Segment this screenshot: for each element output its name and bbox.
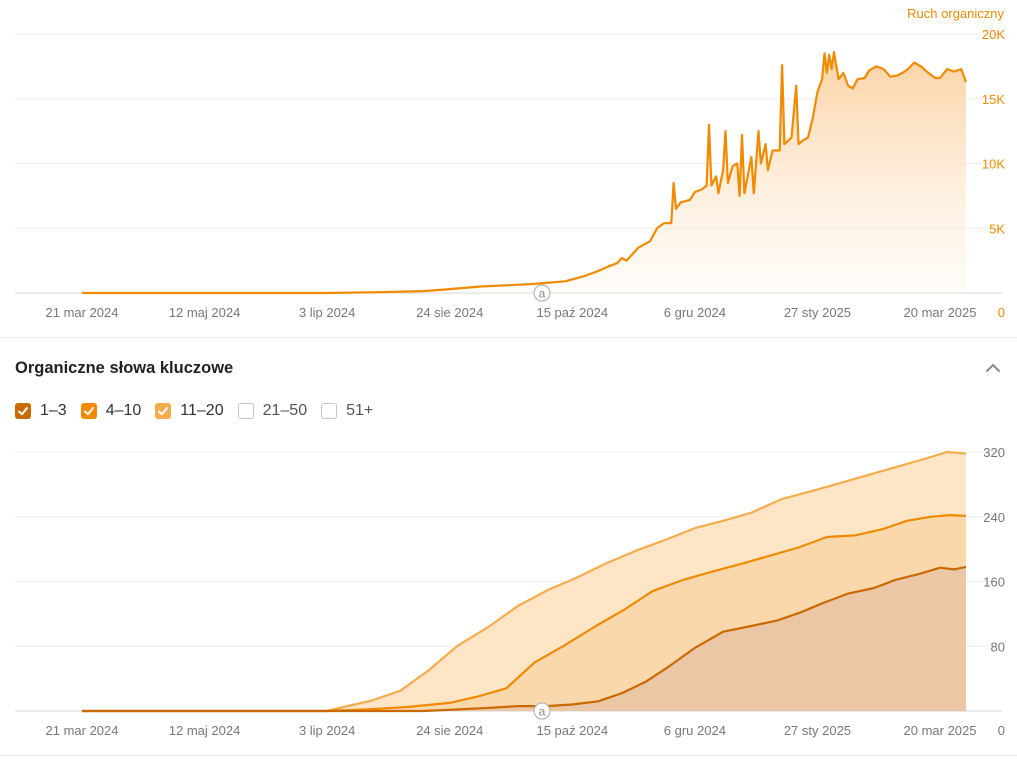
annotation-marker[interactable]: a [533,702,551,720]
checkmark-icon [83,407,94,416]
checkbox[interactable] [15,403,31,419]
checkbox[interactable] [155,403,172,419]
collapse-button[interactable] [982,358,1004,378]
annotation-marker[interactable]: a [533,284,551,302]
x-tick-label: 6 gru 2024 [664,305,726,320]
x-tick-label: 15 paź 2024 [536,723,608,738]
x-tick-label: 6 gru 2024 [664,723,726,738]
x-tick-label: 27 sty 2025 [784,305,851,320]
checkbox[interactable] [321,403,338,419]
y-tick-label: 240 [983,510,1005,525]
y-tick-label: 5K [989,221,1005,236]
x-tick-label: 24 sie 2024 [416,305,483,320]
x-tick-label: 12 maj 2024 [169,305,241,320]
filter-21-50[interactable]: 21–50 [237,402,308,420]
section-title: Organiczne słowa kluczowe [15,359,234,377]
y-tick-label: 160 [983,575,1005,590]
x-tick-label: 27 sty 2025 [784,723,851,738]
filter-label: 4–10 [105,402,142,419]
x-tick-label: 3 lip 2024 [299,723,355,738]
annotation-label: a [539,287,546,301]
y-tick-label: 80 [991,639,1005,654]
x-tick-label: 20 mar 2025 [904,305,977,320]
x-tick-label: 20 mar 2025 [904,723,977,738]
organic-keywords-chart: 0 80 160 240 320 21 mar 2024 12 maj 2024 3 lip … [15,445,1005,738]
checkbox[interactable] [237,403,254,419]
y-tick-label: 20K [982,27,1005,42]
series-area [82,52,966,293]
position-filters: 1–3 4–10 11–20 21–50 51+ [15,402,387,420]
x-tick-label: 21 mar 2024 [46,305,119,320]
section-divider [0,337,1017,338]
section-divider [0,755,1017,756]
x-tick-label: 3 lip 2024 [299,305,355,320]
checkbox[interactable] [80,403,97,419]
x-tick-label: 24 sie 2024 [416,723,483,738]
legend-label: Ruch organiczny [907,6,1004,21]
filter-label: 51+ [346,402,374,419]
chevron-up-icon [986,364,1000,372]
filter-4-10[interactable]: 4–10 [80,402,142,420]
filter-1-3[interactable]: 1–3 [15,402,67,420]
checkmark-icon [18,407,28,416]
filter-label: 11–20 [180,402,224,419]
y-tick-label: 10K [982,157,1005,172]
y-tick-label: 0 [998,305,1005,320]
y-tick-label: 15K [982,92,1005,107]
x-tick-label: 21 mar 2024 [46,723,119,738]
annotation-label: a [539,705,546,719]
checkmark-icon [158,407,169,416]
y-tick-label: 0 [998,723,1005,738]
filter-51-plus[interactable]: 51+ [321,402,373,420]
x-tick-label: 12 maj 2024 [169,723,241,738]
filter-label: 1–3 [40,402,67,419]
organic-traffic-chart: 0 5K 10K 15K 20K 21 mar 2024 12 maj 2024 3 lip … [15,6,1005,320]
filter-11-20[interactable]: 11–20 [155,402,224,420]
x-tick-label: 15 paź 2024 [536,305,608,320]
filter-label: 21–50 [262,402,308,419]
y-tick-label: 320 [983,445,1005,460]
